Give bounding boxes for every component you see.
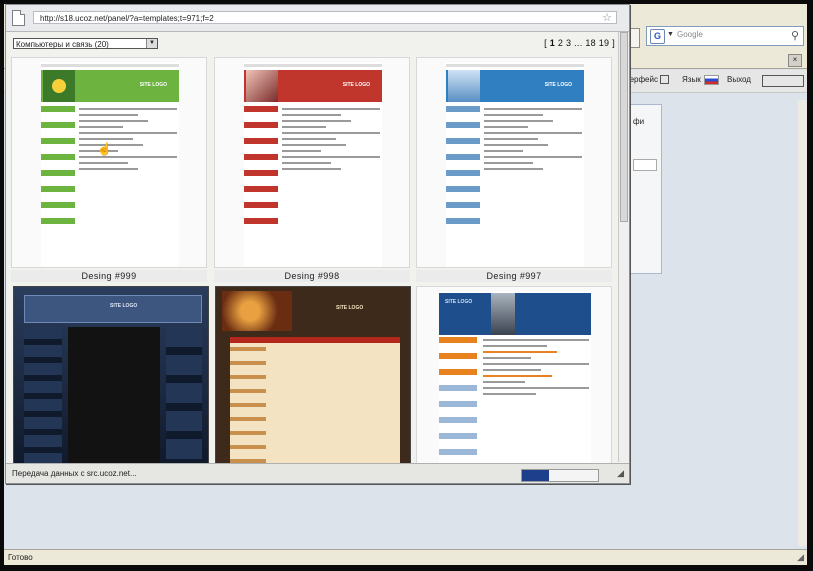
loading-status-text: Передача данных с src.ucoz.net... [12,469,137,478]
template-preview: SITE LOGO [244,62,382,267]
category-select[interactable]: Компьютеры и связь (20) ▼ [13,38,158,49]
filter-bar: Компьютеры и связь (20) ▼ [ 1 2 3 ... 18… [6,32,629,56]
site-logo-text: SITE LOGO [336,305,364,311]
template-caption: Desing #998 [214,270,410,282]
template-caption: Desing #997 [416,270,612,282]
logout-link[interactable]: Выход [727,75,751,84]
interface-toggle[interactable]: терфейс [626,75,669,85]
url-text: http://s18.ucoz.net/panel/?a=templates;t… [40,14,214,23]
template-caption: Desing #999 [11,270,207,282]
template-grid: SITE LOGO ☝ Desing #999 SITE LOGO Desing… [10,57,615,465]
popup-scrollbar[interactable] [618,32,629,462]
sunflower-image [43,70,75,102]
checkbox-icon[interactable] [659,75,669,85]
browser-status-bar: Готово ◢ [4,549,807,565]
pager-ellipsis: ... [574,38,583,48]
template-thumbnail[interactable]: SITE LOGO [214,57,410,268]
page-link[interactable]: 19 [599,38,610,48]
scrollbar-thumb[interactable] [620,32,628,222]
chevron-down-icon[interactable]: ▼ [667,31,674,38]
preview-content [79,108,177,258]
progress-fill [522,470,549,481]
preview-sidebar [41,106,75,266]
preview-sidebar [439,337,477,465]
site-logo-text: SITE LOGO [445,299,473,305]
template-thumbnail[interactable]: SITE LOGO ☝ [11,57,207,268]
page-current: 1 [549,38,556,48]
category-select-value: Компьютеры и связь (20) [16,40,109,49]
status-text: Готово [8,553,33,562]
page-link[interactable]: 18 [585,38,596,48]
search-placeholder: Google [677,30,703,39]
close-icon[interactable]: × [788,54,802,67]
popup-address-bar: http://s18.ucoz.net/panel/?a=templates;t… [6,5,629,32]
page-link[interactable]: 3 [566,38,571,48]
pager-bracket-close: ] [612,38,615,48]
panel-label: фи [633,117,645,126]
resize-grip-icon[interactable]: ◢ [617,468,624,479]
russian-flag-icon [703,75,719,85]
template-picker-popup: http://s18.ucoz.net/panel/?a=templates;t… [5,4,630,484]
site-logo-text: SITE LOGO [110,303,138,309]
language-selector[interactable]: Язык [682,75,719,85]
google-icon[interactable]: G [650,29,665,44]
panel-input[interactable] [633,159,657,171]
preview-sidebar [446,106,480,266]
template-thumbnail[interactable]: SITE LOGO [416,57,612,268]
loading-progress-bar [521,469,599,482]
header-photo [246,70,278,102]
pager-bracket-open: [ [544,38,547,48]
star-icon[interactable]: ☆ [602,12,612,23]
page-scrollbar[interactable] [798,100,807,546]
page-icon [12,10,25,26]
site-logo-text: SITE LOGO [139,82,167,88]
slider-control[interactable] [762,75,804,87]
template-preview: SITE LOGO [14,287,208,465]
page-link[interactable]: 2 [558,38,563,48]
template-thumbnail[interactable]: SITE LOGO [13,286,209,465]
template-thumbnail[interactable]: SITE LOGO [215,286,411,465]
preview-content [484,108,582,258]
header-photo [448,70,480,102]
preview-content [483,339,589,465]
search-box[interactable]: G ▼ Google ⚲ [646,26,804,46]
url-field[interactable]: http://s18.ucoz.net/panel/?a=templates;t… [33,11,617,24]
template-thumbnail[interactable]: SITE LOGO [416,286,612,465]
site-logo-text: SITE LOGO [342,82,370,88]
chevron-down-icon[interactable]: ▼ [146,39,157,48]
pagination: [ 1 2 3 ... 18 19 ] [544,38,615,48]
resize-grip-icon[interactable]: ◢ [797,552,804,563]
search-icon[interactable]: ⚲ [791,29,799,42]
cursor-hand-icon: ☝ [97,142,112,156]
preview-content [282,108,380,258]
template-preview: SITE LOGO [216,287,410,465]
template-preview: SITE LOGO [439,291,591,465]
popup-status-bar: Передача данных с src.ucoz.net... ◢ [6,463,629,483]
header-photo [491,293,515,335]
preview-sidebar [244,106,278,266]
site-logo-text: SITE LOGO [544,82,572,88]
template-preview: SITE LOGO [446,62,584,267]
template-preview: SITE LOGO ☝ [41,62,179,267]
